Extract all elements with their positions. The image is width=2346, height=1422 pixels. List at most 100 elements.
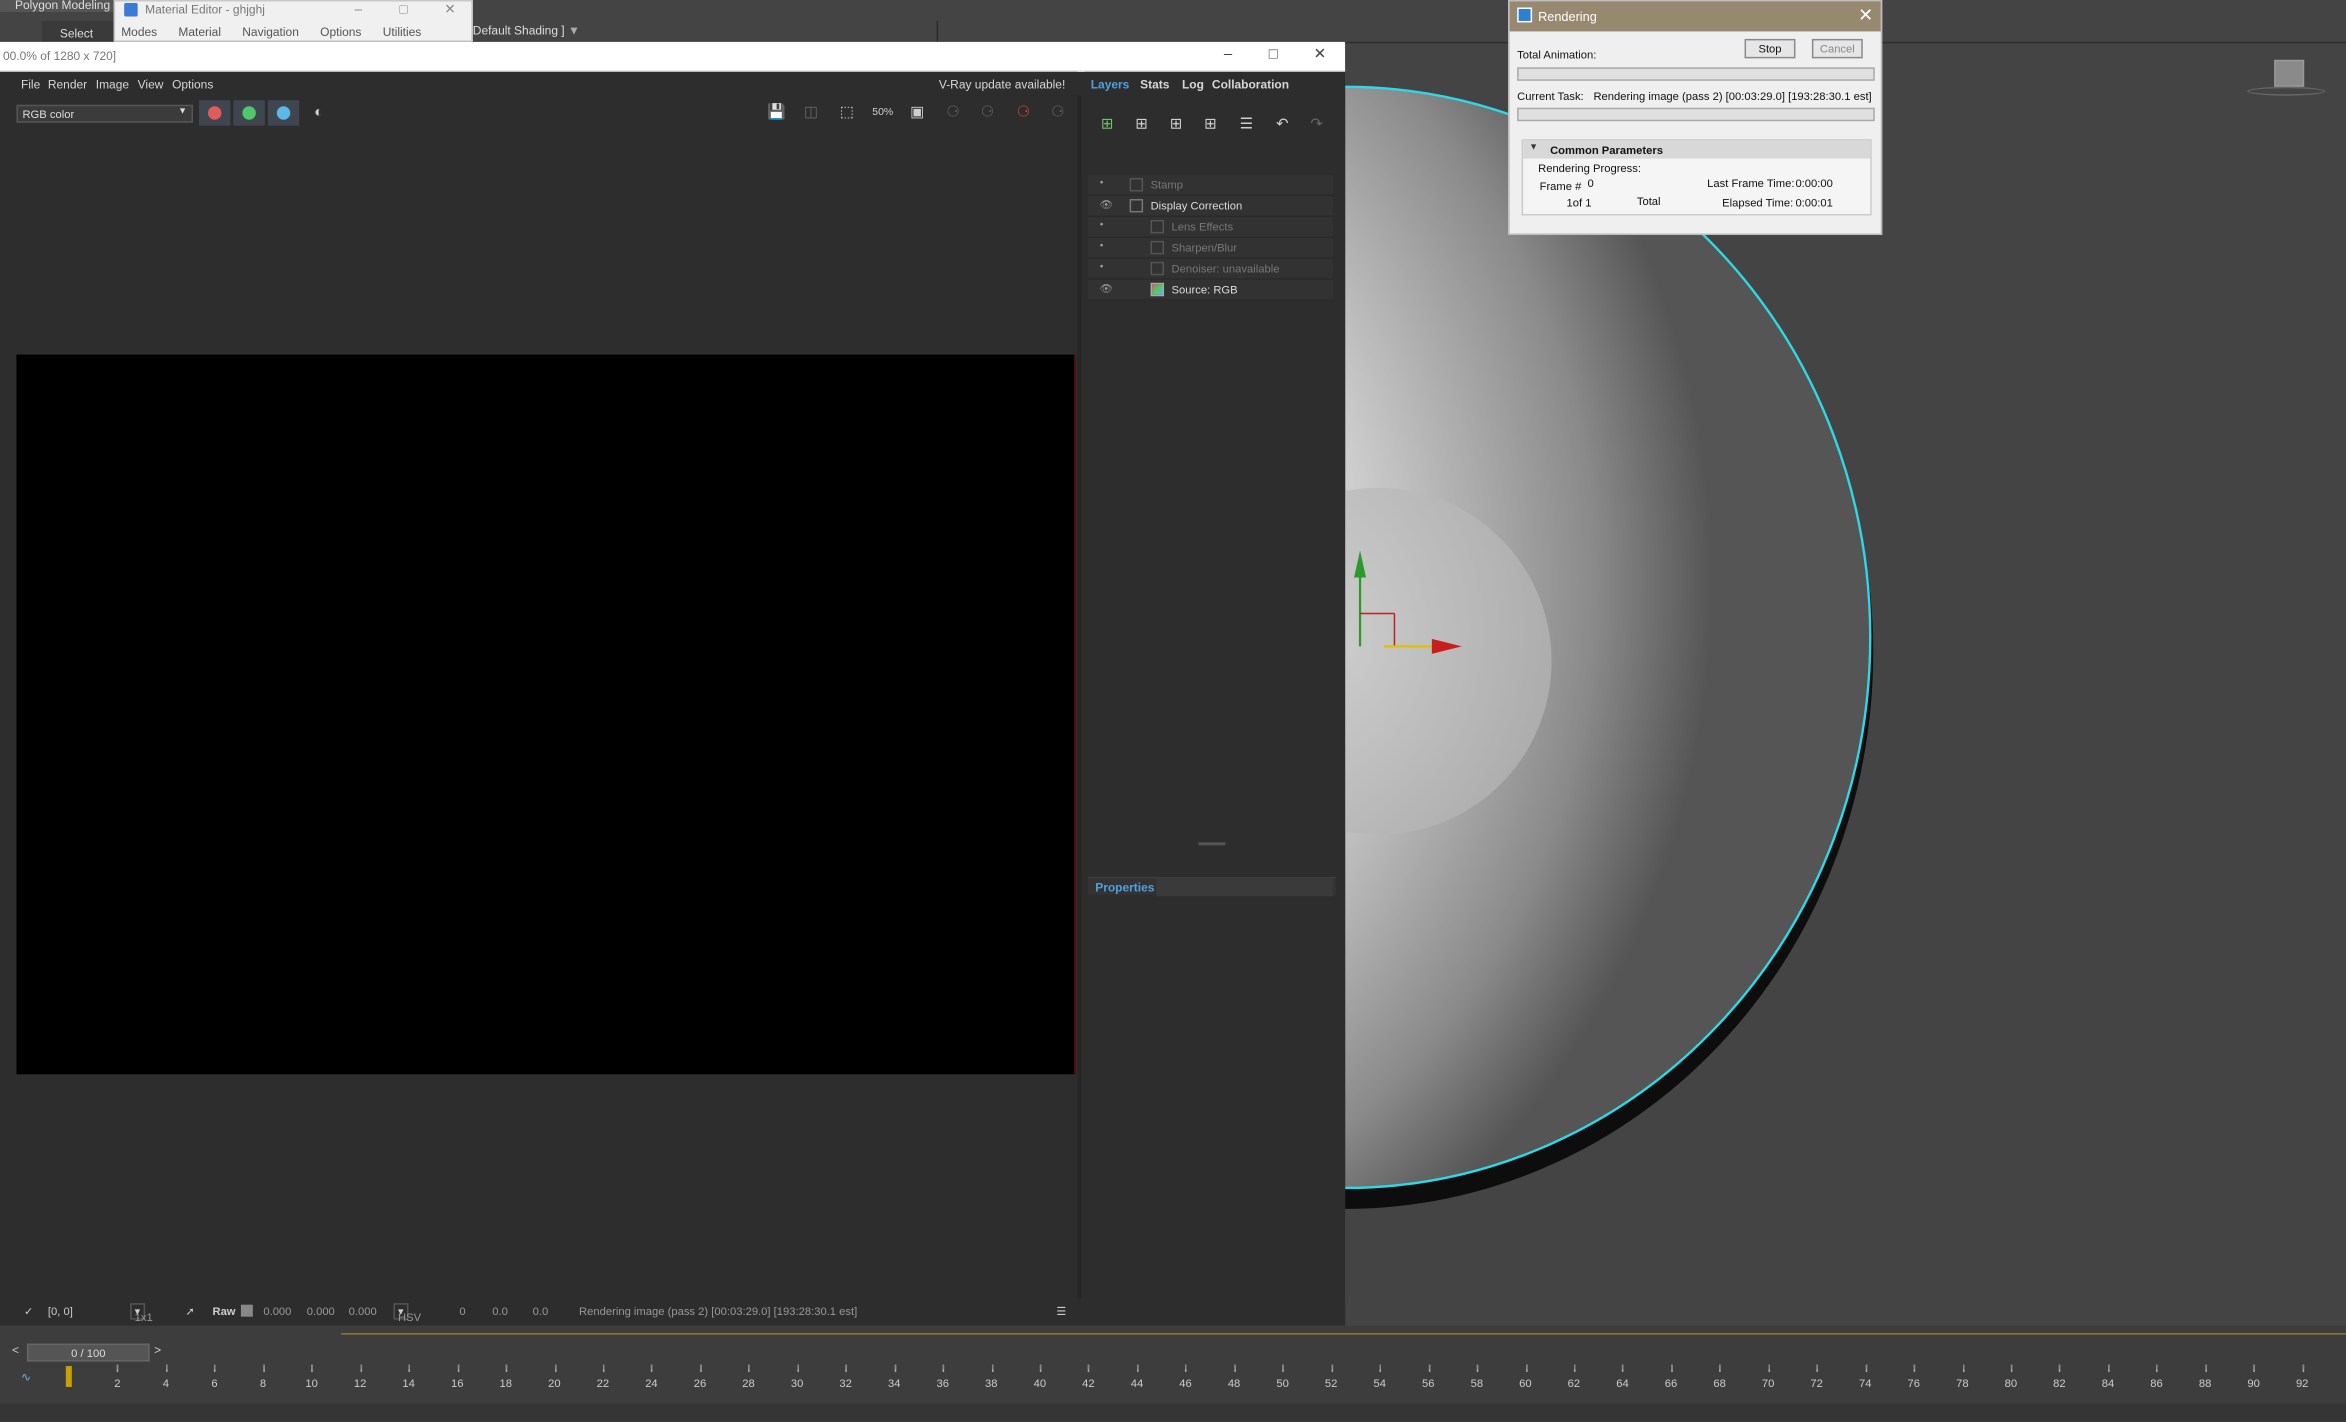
panel-splitter[interactable] (1198, 842, 1226, 846)
select-tab[interactable]: Select (41, 20, 114, 42)
cancel-button[interactable]: Cancel (1811, 38, 1863, 59)
menu-render[interactable]: Render (48, 78, 87, 91)
save-icon[interactable]: 💾 (766, 103, 787, 124)
color-mode-dropdown[interactable]: HSV ▾ (393, 1303, 421, 1324)
timeline-tick-label: 36 (936, 1376, 949, 1390)
viewport-shading-text[interactable]: Default Shading ] (473, 24, 565, 37)
viewcube-ring[interactable] (2247, 86, 2326, 96)
stop-render-icon[interactable]: ⚆ (1013, 103, 1034, 124)
interactive-render-icon[interactable]: ⚆ (977, 103, 998, 124)
panel-divider[interactable] (1077, 95, 1082, 1326)
collapse-icon[interactable]: ▼ (1529, 144, 1538, 153)
tab-collaboration[interactable]: Collaboration (1212, 78, 1289, 91)
menu-utilities[interactable]: Utilities (383, 25, 422, 38)
layer-row-source-rgb[interactable]: 👁 Source: RGB (1087, 279, 1334, 301)
close-icon[interactable]: ✕ (1858, 4, 1873, 25)
add-layer-icon[interactable]: ⊞ (1097, 115, 1118, 136)
material-editor-menubar: Modes Material Navigation Options Utilit… (121, 25, 439, 38)
max-icon (1517, 7, 1533, 23)
menu-file[interactable]: File (21, 78, 40, 91)
vray-update-link[interactable]: V-Ray update available! (939, 78, 1065, 91)
undo-icon[interactable]: ↶ (1272, 115, 1293, 136)
eye-icon[interactable]: 👁 (1100, 283, 1113, 294)
vfb-title-bar[interactable]: 00.0% of 1280 x 720] – □ ✕ (0, 41, 1346, 72)
menu-options[interactable]: Options (172, 78, 213, 91)
menu-image[interactable]: Image (96, 78, 129, 91)
menu-navigation[interactable]: Navigation (242, 25, 299, 38)
render-region-border (1074, 354, 1076, 1075)
render-icon[interactable]: ⚆ (1047, 103, 1068, 124)
region-render-icon[interactable]: ⬚ (836, 103, 857, 124)
eye-icon[interactable]: • (1100, 220, 1104, 230)
blue-channel-icon[interactable] (276, 106, 291, 120)
log-icon[interactable]: ☰ (1056, 1305, 1066, 1318)
common-parameters-header[interactable]: ▼ Common Parameters (1523, 140, 1871, 159)
layer-label: Sharpen/Blur (1171, 240, 1238, 255)
layer-row-lens-effects[interactable]: • Lens Effects (1087, 216, 1334, 238)
material-editor-window[interactable]: Material Editor - ghjghj – □ ✕ Modes Mat… (113, 0, 473, 42)
common-parameters-title: Common Parameters (1550, 143, 1663, 158)
layers-panel: Layers Stats Log Collaboration ⊞ ⊞ ⊞ ⊞ ☰… (1084, 71, 1346, 1326)
zoom-dropdown[interactable]: 1x1 ▾ (130, 1303, 153, 1324)
fifty-percent-icon[interactable]: 50% (872, 103, 893, 124)
eye-icon[interactable]: • (1100, 178, 1104, 188)
maximize-icon[interactable]: □ (399, 1, 407, 17)
timeline-top-border (341, 1333, 2346, 1335)
time-slider-prev[interactable]: < (12, 1344, 19, 1357)
save-all-icon[interactable]: ◫ (800, 103, 821, 124)
eye-icon[interactable]: 👁 (1100, 199, 1113, 210)
layer-row-sharpen-blur[interactable]: • Sharpen/Blur (1087, 237, 1334, 259)
vray-frame-buffer-window[interactable]: 00.0% of 1280 x 720] – □ ✕ File Render I… (0, 41, 1346, 1326)
filter-icon[interactable]: ▼ (568, 24, 580, 37)
tab-layers[interactable]: Layers (1091, 78, 1130, 91)
layer-row-denoiser[interactable]: • Denoiser: unavailable (1087, 258, 1334, 280)
curve-editor-icon[interactable]: ∿ (21, 1371, 31, 1384)
viewport-shading-label[interactable]: Default Shading ] ▼ (473, 24, 580, 37)
eye-icon[interactable]: • (1100, 262, 1104, 272)
render-image-area[interactable] (16, 354, 1076, 1075)
follow-mouse-icon[interactable]: ▣ (907, 103, 928, 124)
layers-list-icon[interactable]: ☰ (1236, 115, 1257, 136)
minimize-icon[interactable]: – (1224, 46, 1232, 62)
eye-icon[interactable]: • (1100, 241, 1104, 251)
layer-row-display-correction[interactable]: 👁 Display Correction (1087, 196, 1334, 217)
close-icon[interactable]: ✕ (444, 1, 455, 17)
load-layers-icon[interactable]: ⊞ (1166, 115, 1187, 136)
close-icon[interactable]: ✕ (1314, 46, 1327, 62)
menu-view[interactable]: View (138, 78, 164, 91)
menu-modes[interactable]: Modes (121, 25, 157, 38)
timeline-minor-tick (360, 1364, 362, 1370)
red-channel-icon[interactable] (207, 106, 222, 120)
timeline-minor-tick (1671, 1364, 1673, 1370)
ribbon-tab-polygon-modeling[interactable]: Polygon Modeling (0, 0, 120, 12)
timeline-tick-label: 32 (839, 1376, 852, 1390)
timeline-minor-tick (1768, 1364, 1770, 1370)
time-slider-next[interactable]: > (154, 1344, 161, 1357)
layer-presets-icon[interactable]: ⊞ (1200, 115, 1221, 136)
picker-icon[interactable]: ✓ (24, 1305, 33, 1318)
maximize-icon[interactable]: □ (1269, 46, 1278, 62)
green-channel-icon[interactable] (242, 106, 256, 120)
channel-dropdown[interactable]: RGB color ▼ (16, 104, 194, 123)
redo-icon[interactable]: ↷ (1306, 115, 1327, 136)
menu-material[interactable]: Material (178, 25, 221, 38)
time-cursor[interactable] (65, 1366, 72, 1387)
timeline-tick-label: 80 (2004, 1376, 2018, 1390)
render-last-icon[interactable]: ⚆ (943, 103, 964, 124)
time-slider[interactable]: 0 / 100 (26, 1343, 150, 1362)
rendering-title-bar[interactable]: Rendering ✕ (1509, 1, 1881, 32)
eyedropper-icon[interactable]: ➚ (186, 1305, 195, 1318)
menu-options[interactable]: Options (320, 25, 361, 38)
layer-row-stamp[interactable]: • Stamp (1087, 175, 1334, 197)
stop-button[interactable]: Stop (1744, 38, 1796, 59)
timeline-ruler[interactable]: 2 4 6 8 10 12 14 16 18 20 22 24 26 28 30 32 34 36 38 40 42 44… (60, 1364, 2346, 1395)
minimize-icon[interactable]: – (355, 1, 363, 17)
tab-stats[interactable]: Stats (1140, 78, 1169, 91)
timeline-tick-label: 4 (162, 1376, 170, 1390)
save-layers-icon[interactable]: ⊞ (1131, 115, 1152, 136)
tab-log[interactable]: Log (1182, 78, 1204, 91)
pixel-coords: [0, 0] (47, 1304, 73, 1319)
mono-icon[interactable]: ◐ (308, 103, 329, 124)
rendering-dialog[interactable]: Rendering ✕ Total Animation: Stop Cancel… (1508, 0, 1883, 235)
viewcube-icon[interactable] (2274, 59, 2305, 87)
